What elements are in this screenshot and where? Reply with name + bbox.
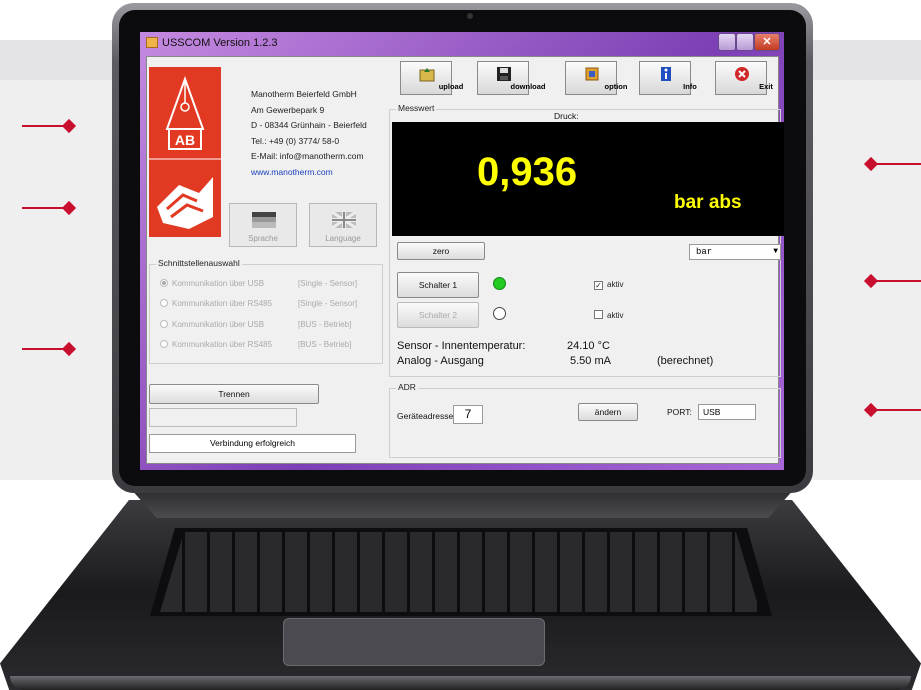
analog-output-value: 5.50 mA (570, 355, 611, 367)
option-button[interactable]: option (565, 61, 627, 95)
language-german-button[interactable]: Sprache (229, 203, 297, 247)
uk-flag-icon (332, 212, 356, 228)
adr-group: ADR (389, 382, 781, 458)
info-button[interactable]: Info (639, 61, 697, 95)
exit-button[interactable]: Exit (715, 61, 773, 95)
connection-progress-field (149, 408, 297, 427)
svg-text:AB: AB (175, 132, 195, 148)
chevron-down-icon: ▼ (773, 247, 778, 256)
sensor-temp-label: Sensor - Innentemperatur: (397, 340, 526, 352)
client-area: AB Manotherm Beierfeld GmbH Am Gewerbepa… (146, 56, 784, 464)
analog-output-label: Analog - Ausgang (397, 355, 484, 367)
interface-selection-group: Schnittstellenauswahl Kommunikation über… (149, 258, 383, 364)
switch-2-status-led (493, 307, 506, 320)
pressure-unit: bar abs (674, 192, 742, 213)
app-icon (146, 37, 158, 48)
maximize-button[interactable] (736, 33, 754, 51)
switch-1-active-checkbox[interactable]: ✓ aktiv (594, 280, 623, 290)
callout-pointer (863, 273, 921, 289)
laptop-front-edge (10, 676, 911, 690)
pressure-title: Druck: (554, 111, 579, 121)
download-button[interactable]: download (477, 61, 546, 95)
adr-group-title: ADR (396, 382, 418, 392)
company-name: Manotherm Beierfeld GmbH (251, 89, 357, 99)
callout-pointer (22, 118, 77, 134)
callout-pointer (863, 156, 921, 172)
unit-select-value: bar (696, 247, 713, 257)
company-website-link[interactable]: www.manotherm.com (251, 165, 367, 181)
pressure-value: 0,936 (477, 150, 578, 194)
zero-button[interactable]: zero (397, 242, 485, 260)
title-bar: USSCOM Version 1.2.3 ✕ (140, 32, 784, 54)
company-email: E-Mail: info@manotherm.com (251, 151, 364, 161)
floppy-disk-icon (497, 67, 511, 81)
port-label: PORT: (667, 407, 692, 417)
callout-pointer (863, 402, 921, 418)
switch-2-active-checkbox[interactable]: aktiv (594, 310, 623, 320)
manotherm-logo: AB (149, 67, 221, 237)
keyboard (160, 532, 760, 612)
company-phone: Tel.: +49 (0) 3774/ 58-0 (251, 135, 340, 146)
device-address-label: Geräteadresse: (397, 411, 456, 421)
change-address-button[interactable]: ändern (578, 403, 638, 421)
company-street: Am Gewerbepark 9 (251, 104, 325, 115)
interface-option[interactable]: Kommunikation über RS485 [BUS - Betrieb] (160, 340, 351, 349)
info-icon (661, 67, 671, 81)
unit-select[interactable]: bar ▼ (689, 244, 781, 260)
language-german-label: Sprache (248, 234, 278, 243)
language-english-label: Language (325, 234, 361, 243)
company-address: Manotherm Beierfeld GmbH Am Gewerbepark … (251, 87, 367, 180)
disconnect-button[interactable]: Trennen (149, 384, 319, 404)
minimize-button[interactable] (718, 33, 736, 51)
callout-pointer (22, 200, 77, 216)
close-button[interactable]: ✕ (754, 33, 780, 51)
interface-group-title: Schnittstellenauswahl (156, 258, 242, 268)
analog-output-note: (berechnet) (657, 355, 714, 367)
logo-graphic: AB (149, 76, 221, 229)
webcam (467, 13, 473, 19)
upload-button[interactable]: upload (400, 61, 463, 95)
connection-status: Verbindung erfolgreich (149, 434, 356, 453)
app-window: USSCOM Version 1.2.3 ✕ AB Manotherm Beie… (140, 32, 784, 470)
language-english-button[interactable]: Language (309, 203, 377, 247)
interface-option[interactable]: Kommunikation über RS485 [Single - Sensor… (160, 299, 357, 308)
measurement-group-title: Messwert (396, 103, 437, 113)
company-city: D - 08344 Grünhain - Beierfeld (251, 120, 367, 130)
sensor-temp-value: 24.10 °C (567, 340, 610, 352)
switch-2-button[interactable]: Schalter 2 (397, 302, 479, 328)
device-address-input[interactable]: 7 (453, 405, 483, 424)
trackpad (283, 618, 545, 666)
german-flag-icon (252, 212, 276, 228)
exit-icon (735, 67, 749, 81)
interface-option[interactable]: Kommunikation über USB [BUS - Betrieb] (160, 320, 351, 329)
pressure-display: 0,936 bar abs (392, 122, 784, 236)
switch-1-button[interactable]: Schalter 1 (397, 272, 479, 298)
interface-option[interactable]: Kommunikation über USB [Single - Sensor] (160, 279, 357, 288)
folder-upload-icon (419, 68, 435, 82)
callout-pointer (22, 341, 77, 357)
switch-1-status-led (493, 277, 506, 290)
window-title: USSCOM Version 1.2.3 (162, 37, 278, 49)
port-value-field: USB (698, 404, 756, 420)
option-settings-icon (585, 67, 599, 81)
